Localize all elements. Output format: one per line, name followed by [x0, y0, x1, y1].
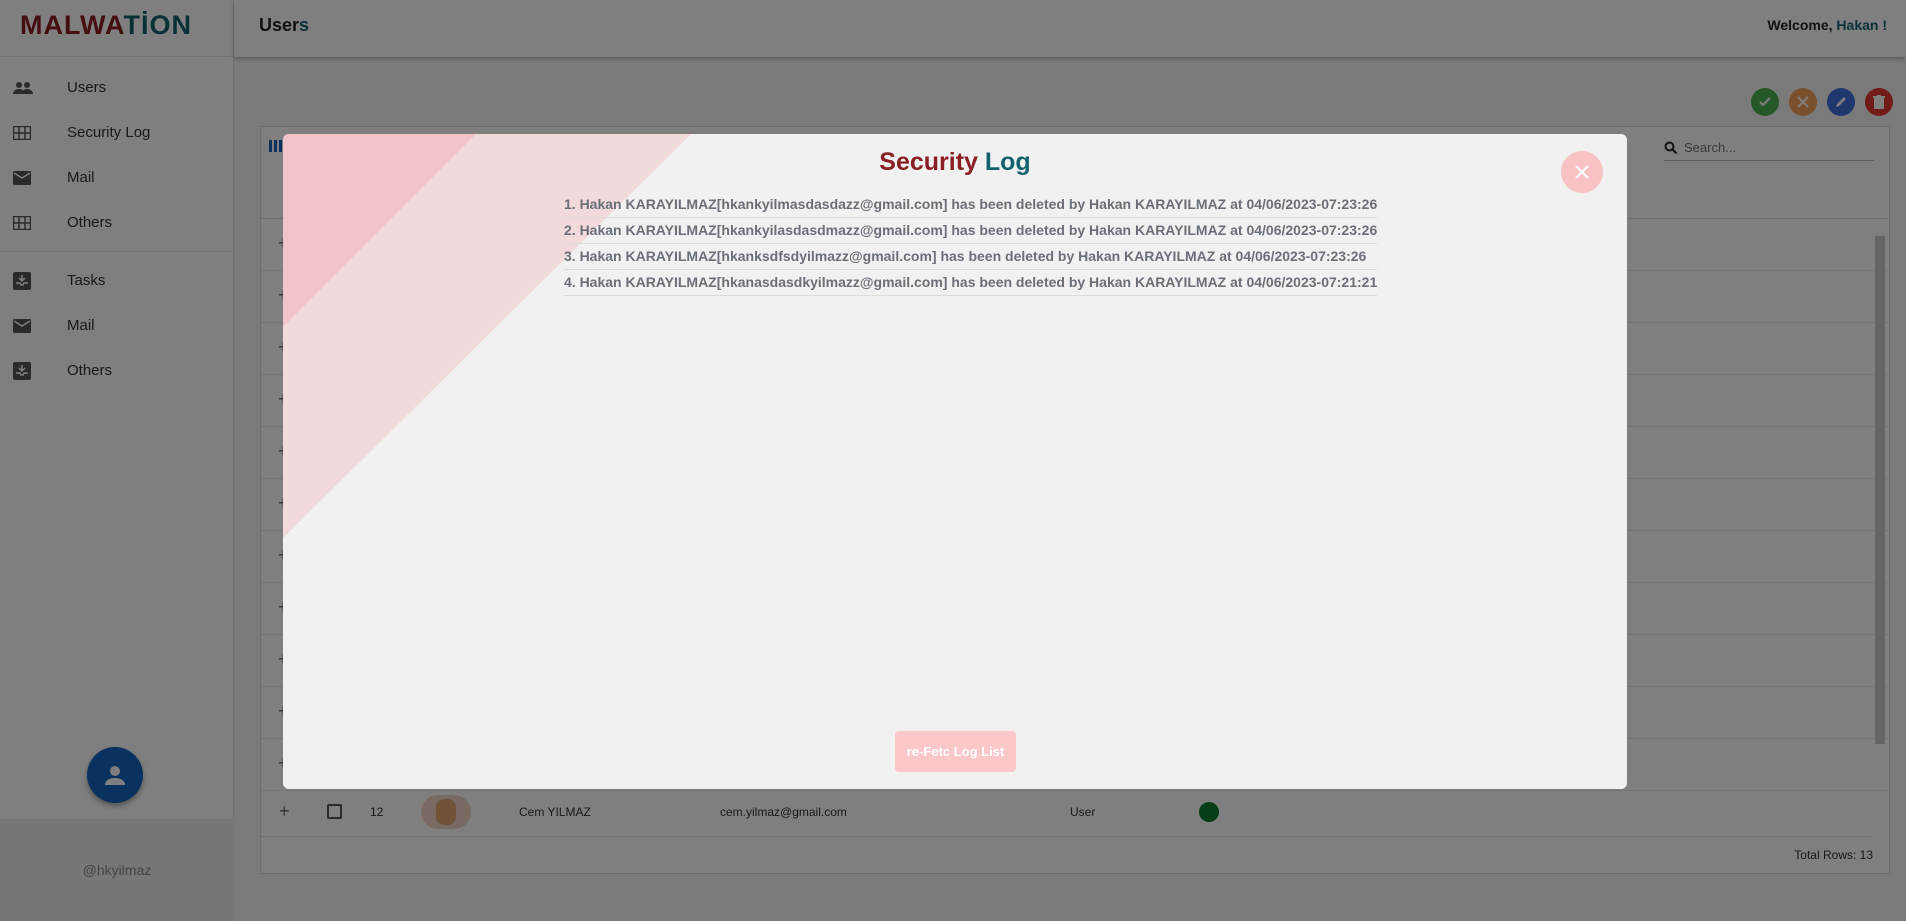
log-entry: 3. Hakan KARAYILMAZ[hkanksdfsdyilmazz@gm…: [564, 244, 1378, 270]
security-log-modal: Security Log 1. Hakan KARAYILMAZ[hkankyi…: [283, 134, 1627, 789]
modal-title: Security Log: [879, 148, 1031, 176]
close-icon: [1575, 165, 1589, 179]
close-modal-button[interactable]: [1561, 151, 1603, 193]
log-entry: 1. Hakan KARAYILMAZ[hkankyilmasdasdazz@g…: [564, 192, 1378, 218]
security-log-list: 1. Hakan KARAYILMAZ[hkankyilmasdasdazz@g…: [564, 192, 1378, 296]
log-entry: 2. Hakan KARAYILMAZ[hkankyilasdasdmazz@g…: [564, 218, 1378, 244]
refetch-log-button[interactable]: re-Fetc Log List: [895, 731, 1016, 772]
log-entry: 4. Hakan KARAYILMAZ[hkanasdasdkyilmazz@g…: [564, 270, 1378, 296]
